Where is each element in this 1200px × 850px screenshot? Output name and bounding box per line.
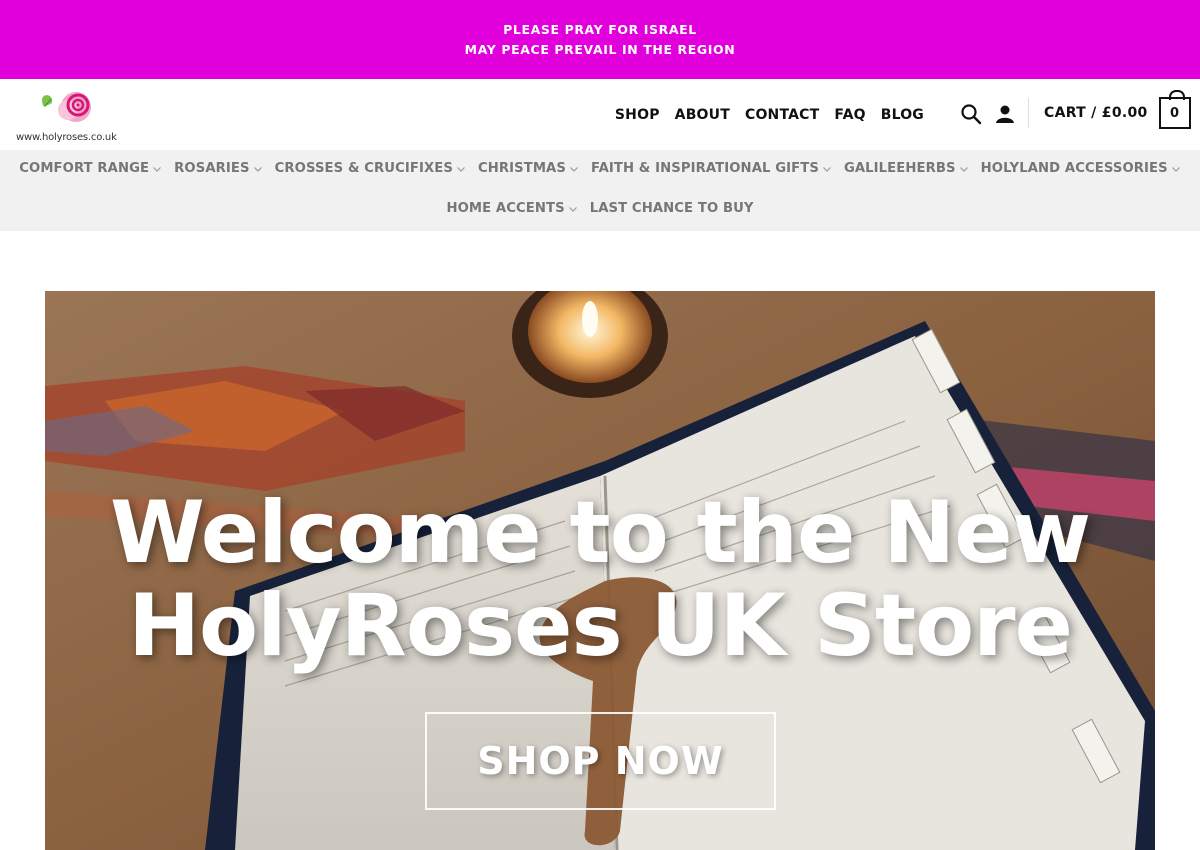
site-logo[interactable]: www.holyroses.co.uk [14,87,126,143]
category-holyland-accessories[interactable]: HOLYLAND ACCESSORIES [981,161,1181,176]
search-icon[interactable] [960,103,982,125]
chevron-down-icon [570,166,578,172]
category-row-2: HOME ACCENTS LAST CHANCE TO BUY [0,201,1200,216]
header-divider [1028,98,1029,128]
category-home-accents[interactable]: HOME ACCENTS [446,201,577,216]
announcement-line-1: PLEASE PRAY FOR ISRAEL [503,21,697,37]
header-icons [960,103,1028,125]
site-header: www.holyroses.co.uk SHOP ABOUT CONTACT F… [0,79,1200,150]
category-last-chance[interactable]: LAST CHANCE TO BUY [590,201,754,216]
category-label: LAST CHANCE TO BUY [589,201,754,216]
nav-link-about[interactable]: ABOUT [675,107,730,123]
nav-link-blog[interactable]: BLOG [881,107,924,123]
cart-label: CART / £0.00 [1044,105,1148,121]
announcement-bar: PLEASE PRAY FOR ISRAEL MAY PEACE PREVAIL… [0,0,1200,79]
hero-title: Welcome to the New HolyRoses UK Store [45,487,1155,673]
category-label: CHRISTMAS [477,161,566,176]
category-label: ROSARIES [174,161,250,176]
category-label: CROSSES & CRUCIFIXES [274,161,453,176]
cart-count-badge: 0 [1158,90,1191,129]
category-faith-gifts[interactable]: FAITH & INSPIRATIONAL GIFTS [591,161,832,176]
nav-link-faq[interactable]: FAQ [834,107,865,123]
nav-link-contact[interactable]: CONTACT [745,107,819,123]
chevron-down-icon [457,166,465,172]
category-label: FAITH & INSPIRATIONAL GIFTS [590,161,819,176]
chevron-down-icon [959,166,968,172]
category-christmas[interactable]: CHRISTMAS [478,161,579,176]
cart-link[interactable]: CART / £0.00 0 [1044,90,1191,129]
nav-link-shop[interactable]: SHOP [615,107,660,123]
hero-title-line-2: HolyRoses UK Store [128,576,1073,676]
hero-banner: Welcome to the New HolyRoses UK Store SH… [45,291,1155,850]
category-label: GALILEEHERBS [843,161,956,176]
chevron-down-icon [253,166,262,172]
shop-now-button[interactable]: SHOP NOW [425,712,776,810]
chevron-down-icon [823,166,831,172]
category-rosaries[interactable]: ROSARIES [174,161,262,176]
main-nav: SHOP ABOUT CONTACT FAQ BLOG [600,79,924,150]
category-nav: COMFORT RANGE ROSARIES CROSSES & CRUCIFI… [0,150,1200,231]
category-label: COMFORT RANGE [19,161,150,176]
chevron-down-icon [568,206,577,212]
category-galileeherbs[interactable]: GALILEEHERBS [844,161,969,176]
chevron-down-icon [1171,166,1180,172]
hero-title-line-1: Welcome to the New [109,483,1091,583]
logo-url-text: www.holyroses.co.uk [16,132,117,143]
chevron-down-icon [153,166,162,172]
rose-logo-icon [41,92,91,122]
category-label: HOME ACCENTS [446,201,565,216]
user-icon[interactable] [994,103,1016,125]
category-comfort-range[interactable]: COMFORT RANGE [19,161,162,176]
category-crosses-crucifixes[interactable]: CROSSES & CRUCIFIXES [275,161,466,176]
category-label: HOLYLAND ACCESSORIES [980,161,1168,176]
announcement-line-2: MAY PEACE PREVAIL IN THE REGION [464,41,736,57]
category-row-1: COMFORT RANGE ROSARIES CROSSES & CRUCIFI… [0,161,1200,176]
